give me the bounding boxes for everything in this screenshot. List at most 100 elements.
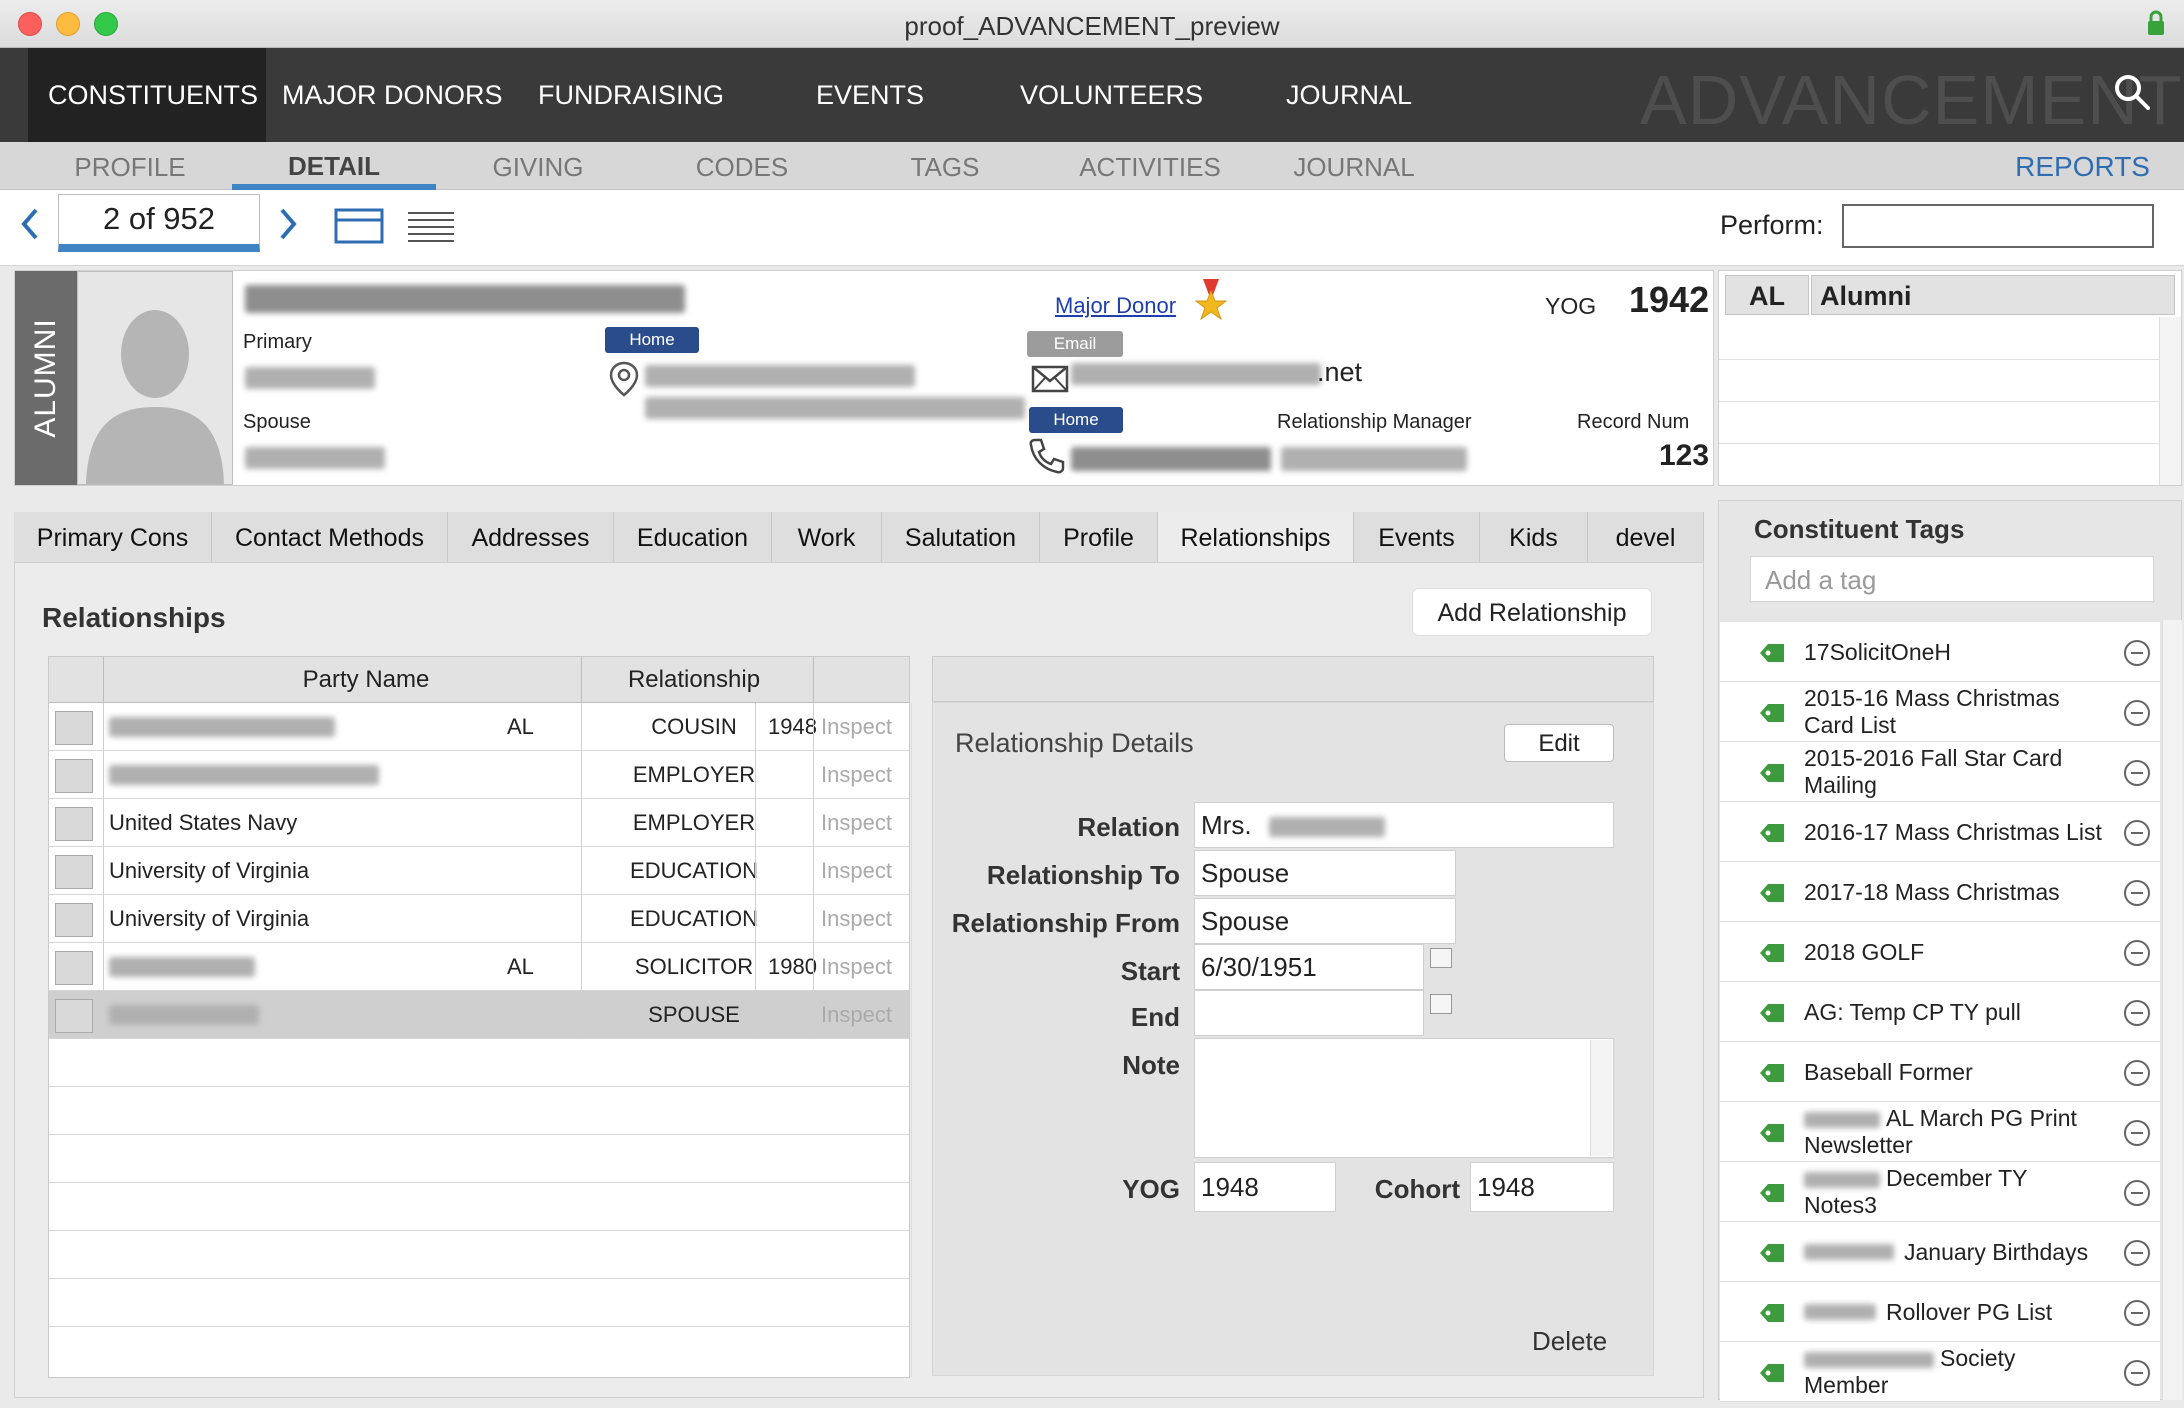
- tag-item[interactable]: 2016-17 Mass Christmas List: [1720, 802, 2160, 862]
- remove-tag-icon[interactable]: [2124, 1300, 2150, 1326]
- relationship-manager-label: Relationship Manager: [1277, 411, 1472, 433]
- next-record-icon[interactable]: [276, 206, 300, 242]
- remove-tag-icon[interactable]: [2124, 940, 2150, 966]
- remove-tag-icon[interactable]: [2124, 760, 2150, 786]
- tag-item[interactable]: Society Member: [1720, 1342, 2160, 1402]
- remove-tag-icon[interactable]: [2124, 1000, 2150, 1026]
- edit-button[interactable]: Edit: [1504, 724, 1614, 762]
- subnav-profile[interactable]: PROFILE: [58, 142, 202, 190]
- relationship-to-field[interactable]: Spouse: [1194, 850, 1456, 896]
- spouse-label: Spouse: [243, 411, 311, 433]
- tag-item[interactable]: 17SolicitOneH: [1720, 622, 2160, 682]
- remove-tag-icon[interactable]: [2124, 640, 2150, 666]
- inspect-link[interactable]: Inspect: [821, 703, 907, 751]
- nav-major-donors[interactable]: MAJOR DONORS: [262, 48, 523, 142]
- remove-tag-icon[interactable]: [2124, 1120, 2150, 1146]
- tab-kids[interactable]: Kids: [1480, 512, 1588, 562]
- add-tag-input[interactable]: Add a tag: [1750, 556, 2154, 602]
- relationship-from-field[interactable]: Spouse: [1194, 898, 1456, 944]
- subnav-tags[interactable]: TAGS: [886, 142, 1004, 190]
- remove-tag-icon[interactable]: [2124, 1240, 2150, 1266]
- table-row[interactable]: University of Virginia EDUCATION Inspect: [49, 895, 909, 943]
- tag-item[interactable]: 2015-16 Mass Christmas Card List: [1720, 682, 2160, 742]
- remove-tag-icon[interactable]: [2124, 1060, 2150, 1086]
- tab-addresses[interactable]: Addresses: [448, 512, 614, 562]
- remove-tag-icon[interactable]: [2124, 1360, 2150, 1386]
- nav-journal[interactable]: JOURNAL: [1266, 48, 1432, 142]
- tab-salutation[interactable]: Salutation: [882, 512, 1040, 562]
- start-calendar-icon[interactable]: [1430, 948, 1452, 968]
- inspect-link[interactable]: Inspect: [821, 895, 907, 943]
- table-row[interactable]: United States Navy EMPLOYER Inspect: [49, 799, 909, 847]
- avatar[interactable]: [77, 271, 233, 485]
- column-party-name[interactable]: Party Name: [103, 657, 629, 703]
- remove-tag-icon[interactable]: [2124, 1180, 2150, 1206]
- table-row[interactable]: AL COUSIN 1948 Inspect: [49, 703, 909, 751]
- tab-profile[interactable]: Profile: [1040, 512, 1158, 562]
- table-scrollbar[interactable]: [911, 703, 912, 1377]
- subnav-giving[interactable]: GIVING: [470, 142, 606, 190]
- tag-item[interactable]: January Birthdays: [1720, 1222, 2160, 1282]
- primary-label: Primary: [243, 331, 312, 353]
- tag-item[interactable]: Baseball Former: [1720, 1042, 2160, 1102]
- table-row[interactable]: EMPLOYER Inspect: [49, 751, 909, 799]
- tag-label: January Birthdays: [1904, 1238, 2089, 1265]
- tag-item[interactable]: AL March PG Print Newsletter: [1720, 1102, 2160, 1162]
- tags-scrollbar[interactable]: [2162, 620, 2182, 1400]
- start-date-field[interactable]: 6/30/1951: [1194, 944, 1424, 990]
- subnav-journal[interactable]: JOURNAL: [1286, 142, 1422, 190]
- reports-link[interactable]: REPORTS: [2015, 142, 2150, 190]
- constituency-code-box: AL Alumni: [1718, 270, 2182, 486]
- tab-primary-cons[interactable]: Primary Cons: [14, 512, 212, 562]
- tab-relationships[interactable]: Relationships: [1158, 512, 1354, 562]
- delete-button[interactable]: Delete: [1532, 1326, 1607, 1357]
- add-relationship-button[interactable]: Add Relationship: [1412, 588, 1652, 636]
- tag-item[interactable]: December TY Notes3: [1720, 1162, 2160, 1222]
- note-scrollbar[interactable]: [1590, 1040, 1612, 1156]
- table-row-selected[interactable]: SPOUSE Inspect: [49, 991, 909, 1039]
- end-date-field[interactable]: [1194, 990, 1424, 1036]
- code-box-scrollbar[interactable]: [2159, 317, 2181, 485]
- yog-field[interactable]: 1948: [1194, 1162, 1336, 1212]
- inspect-link[interactable]: Inspect: [821, 847, 907, 895]
- nav-volunteers[interactable]: VOLUNTEERS: [1000, 48, 1223, 142]
- constituency-code: AL: [1725, 275, 1809, 315]
- tag-item[interactable]: 2015-2016 Fall Star Card Mailing: [1720, 742, 2160, 802]
- previous-record-icon[interactable]: [18, 206, 42, 242]
- tag-item[interactable]: Rollover PG List: [1720, 1282, 2160, 1342]
- tag-item[interactable]: AG: Temp CP TY pull: [1720, 982, 2160, 1042]
- subnav-codes[interactable]: CODES: [672, 142, 812, 190]
- inspect-link[interactable]: Inspect: [821, 799, 907, 847]
- subnav-detail[interactable]: DETAIL: [232, 142, 436, 190]
- subnav-activities[interactable]: ACTIVITIES: [1066, 142, 1234, 190]
- note-field[interactable]: [1194, 1038, 1614, 1158]
- column-relationship[interactable]: Relationship: [581, 657, 807, 703]
- remove-tag-icon[interactable]: [2124, 820, 2150, 846]
- inspect-link[interactable]: Inspect: [821, 991, 907, 1039]
- end-calendar-icon[interactable]: [1430, 994, 1452, 1014]
- perform-input[interactable]: [1842, 204, 2154, 248]
- tab-events[interactable]: Events: [1354, 512, 1480, 562]
- table-row[interactable]: University of Virginia EDUCATION Inspect: [49, 847, 909, 895]
- tag-item[interactable]: 2018 GOLF: [1720, 922, 2160, 982]
- remove-tag-icon[interactable]: [2124, 700, 2150, 726]
- tab-devel[interactable]: devel: [1588, 512, 1704, 562]
- list-view-icon[interactable]: [406, 210, 456, 244]
- tag-item[interactable]: 2017-18 Mass Christmas: [1720, 862, 2160, 922]
- inspect-link[interactable]: Inspect: [821, 943, 907, 991]
- tab-contact-methods[interactable]: Contact Methods: [212, 512, 448, 562]
- nav-events[interactable]: EVENTS: [796, 48, 944, 142]
- nav-fundraising[interactable]: FUNDRAISING: [518, 48, 744, 142]
- relation-field[interactable]: Mrs.: [1194, 802, 1614, 848]
- tab-education[interactable]: Education: [614, 512, 772, 562]
- table-row[interactable]: AL SOLICITOR 1980 Inspect: [49, 943, 909, 991]
- cohort-field[interactable]: 1948: [1470, 1162, 1614, 1212]
- inspect-link[interactable]: Inspect: [821, 751, 907, 799]
- search-icon[interactable]: [2112, 72, 2152, 112]
- major-donor-link[interactable]: Major Donor: [1055, 293, 1176, 319]
- tab-work[interactable]: Work: [772, 512, 882, 562]
- tag-label: Rollover PG List: [1886, 1298, 2053, 1325]
- form-view-icon[interactable]: [334, 208, 384, 244]
- remove-tag-icon[interactable]: [2124, 880, 2150, 906]
- nav-constituents[interactable]: CONSTITUENTS: [28, 48, 266, 142]
